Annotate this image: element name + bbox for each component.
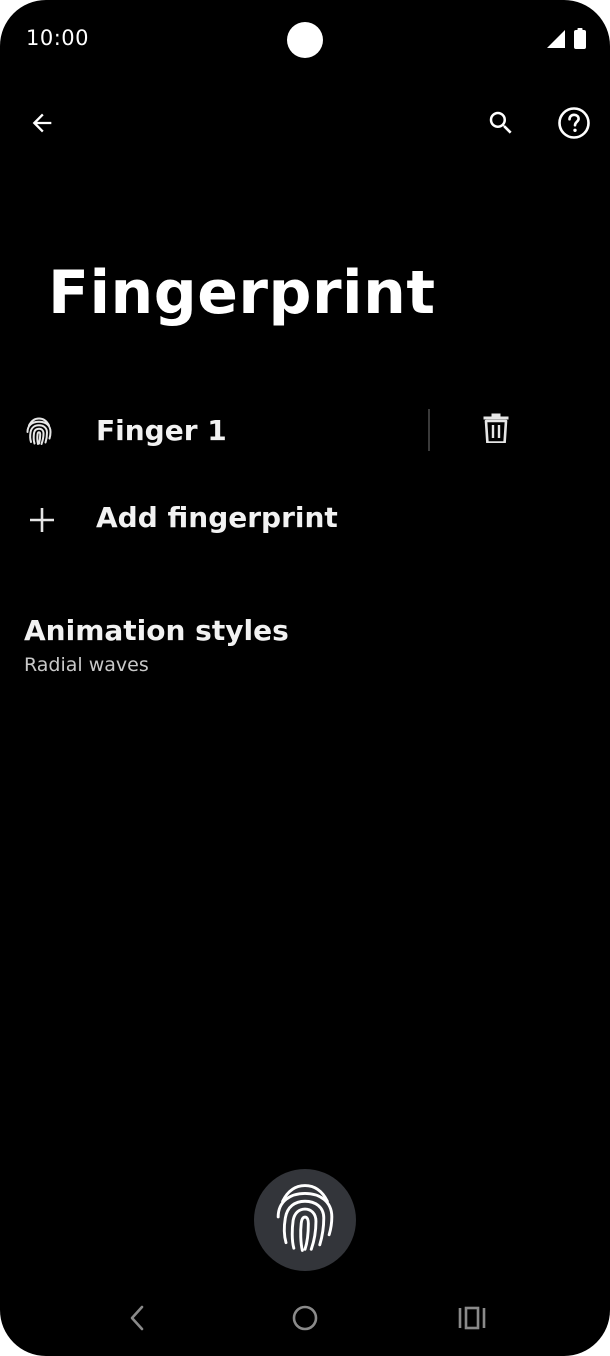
animation-styles-title: Animation styles <box>24 614 289 647</box>
nav-home-button[interactable] <box>285 1300 325 1340</box>
page-title: Fingerprint <box>48 258 436 328</box>
nav-back-icon <box>127 1305 147 1335</box>
fingerprint-icon <box>22 414 56 448</box>
signal-icon <box>546 29 566 53</box>
status-time: 10:00 <box>26 26 90 50</box>
delete-button[interactable] <box>472 406 520 454</box>
animation-styles-summary: Radial waves <box>24 654 149 676</box>
battery-icon <box>574 28 586 53</box>
fingerprint-icon <box>269 1180 341 1260</box>
nav-home-icon <box>291 1304 319 1336</box>
camera-cutout <box>287 22 323 58</box>
help-icon <box>557 106 591 144</box>
delete-icon <box>483 413 509 447</box>
add-fingerprint-item[interactable]: Add fingerprint <box>0 494 610 546</box>
search-button[interactable] <box>477 101 525 149</box>
help-button[interactable] <box>550 101 598 149</box>
plus-icon <box>28 506 56 534</box>
back-button[interactable] <box>18 101 66 149</box>
fingerprint-item-label: Finger 1 <box>96 414 227 447</box>
phone-screen: 10:00 Fingerprint Finger 1 Add fingerpri… <box>0 0 610 1356</box>
fingerprint-item[interactable]: Finger 1 <box>0 405 610 457</box>
divider <box>428 409 430 451</box>
add-fingerprint-label: Add fingerprint <box>96 501 338 534</box>
nav-recents-button[interactable] <box>452 1300 492 1340</box>
fingerprint-sensor-button[interactable] <box>254 1169 356 1271</box>
nav-back-button[interactable] <box>117 1300 157 1340</box>
search-icon <box>486 108 516 142</box>
arrow-back-icon <box>28 109 56 141</box>
status-icons <box>546 28 586 53</box>
nav-recents-icon <box>458 1306 486 1334</box>
